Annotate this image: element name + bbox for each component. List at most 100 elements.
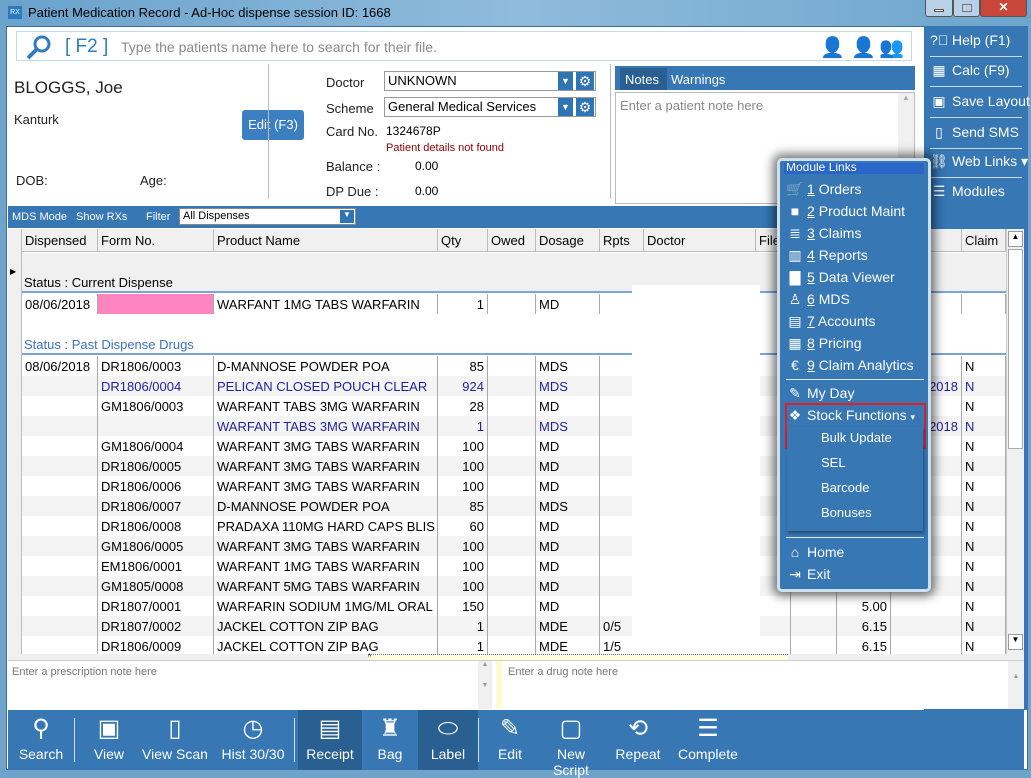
toolbar-button-search[interactable]: ⚲ Search xyxy=(12,710,70,770)
chevron-down-icon[interactable]: ▼ xyxy=(558,72,573,90)
table-row[interactable]: DR1807/0001 WARFARIN SODIUM 1MG/ML ORAL 15… xyxy=(22,596,1012,616)
column-header[interactable]: Product Name xyxy=(214,229,438,252)
column-header[interactable]: Form No. xyxy=(98,229,214,252)
view-scan-icon: ▯ xyxy=(168,715,182,742)
toolbar-button-label[interactable]: ⬭ Label xyxy=(418,710,478,770)
edit-patient-button[interactable]: Edit (F3) xyxy=(242,110,304,140)
menu-item-reports[interactable]: ▥ 4 Reports xyxy=(786,247,926,269)
chevron-down-icon[interactable]: ▼ xyxy=(340,210,354,223)
send-sms-button[interactable]: ▯ Send SMS xyxy=(930,119,1022,149)
link-icon: ⛓ xyxy=(930,153,948,169)
search-input[interactable]: Type the patients name here to search fo… xyxy=(121,39,437,55)
splitter-handle-icon[interactable]: ^ xyxy=(368,654,788,661)
menu-item-home[interactable]: ⌂ Home xyxy=(786,544,926,566)
scroll-up-icon[interactable]: ▲ xyxy=(1008,231,1023,247)
column-header[interactable]: Qty xyxy=(438,229,488,252)
menu-item-stock-functions[interactable]: ❖ Stock Functions ▾ xyxy=(786,407,926,429)
table-cell: 100 xyxy=(438,536,488,556)
menu-item-number: 1 xyxy=(807,181,815,197)
table-cell: MDS xyxy=(536,496,600,516)
menu-item-accounts[interactable]: ▤ 7 Accounts xyxy=(786,313,926,335)
column-header[interactable]: Owed xyxy=(488,229,536,252)
table-row[interactable]: DR1806/0009 JACKEL COTTON ZIP BAG 1 MDE 1/5 6… xyxy=(22,636,1012,654)
scrollbar[interactable]: ▲ xyxy=(1008,661,1024,709)
toolbar-button-label: Label xyxy=(430,746,466,762)
chevron-down-icon[interactable]: ▼ xyxy=(558,98,573,116)
column-header[interactable]: Dosage xyxy=(536,229,600,252)
menu-item-exit[interactable]: ⇥ Exit xyxy=(786,566,926,588)
column-header[interactable]: Claim xyxy=(962,229,1006,252)
web-links-button[interactable]: ⛓ Web Links ▾ xyxy=(930,148,1028,178)
scrollbar-thumb[interactable] xyxy=(1008,249,1023,449)
table-cell: 5.00 xyxy=(837,596,891,616)
toolbar-button-complete[interactable]: ☰ Complete xyxy=(670,710,746,770)
toolbar-button-repeat[interactable]: ⟲ Repeat xyxy=(608,710,668,770)
toolbar-button-receipt[interactable]: ▤ Receipt xyxy=(298,710,362,770)
menu-item-orders[interactable]: 🛒 1 Orders xyxy=(786,181,926,203)
submenu-sel[interactable]: SEL xyxy=(821,455,846,470)
table-cell: 100 xyxy=(438,576,488,596)
edit-note-icon: ✎ xyxy=(789,385,801,401)
table-cell: DR1806/0006 xyxy=(98,476,214,496)
minimize-button[interactable] xyxy=(925,0,953,17)
gear-icon[interactable]: ⚙ xyxy=(576,72,594,90)
vertical-scrollbar[interactable]: ▲ ▼ xyxy=(1006,229,1024,654)
table-cell xyxy=(22,376,98,396)
calc-button[interactable]: ▦ Calc (F9) xyxy=(930,57,1022,87)
table-cell: MDE xyxy=(536,636,600,654)
menu-item-claims[interactable]: ≣ 3 Claims xyxy=(786,225,926,247)
menu-item-data-viewer[interactable]: ▇ 5 Data Viewer xyxy=(786,269,926,291)
add-patient-icon[interactable]: 👤 xyxy=(851,35,876,60)
table-cell: 1 xyxy=(438,416,488,436)
window-title: Patient Medication Record - Ad-Hoc dispe… xyxy=(28,5,391,20)
table-cell xyxy=(488,616,536,636)
toolbar-button-bag[interactable]: ♜ Bag xyxy=(366,710,414,770)
toolbar-button-view-scan[interactable]: ▯ View Scan xyxy=(140,710,210,770)
drug-note-input[interactable]: Enter a drug note here ▲ xyxy=(502,661,1024,709)
table-cell: MD xyxy=(536,396,600,416)
search-icon: ⚲ xyxy=(32,715,50,742)
prescription-note-input[interactable]: Enter a prescription note here ▲ ▼ xyxy=(8,661,496,709)
toolbar-button-edit[interactable]: ✎ Edit xyxy=(480,710,540,770)
submenu-bulk-update[interactable]: Bulk Update xyxy=(821,430,892,445)
show-rxs-button[interactable]: Show RXs xyxy=(76,211,127,223)
gear-icon[interactable]: ⚙ xyxy=(576,98,594,116)
scroll-down-icon[interactable]: ▼ xyxy=(1008,634,1023,650)
divider xyxy=(294,718,295,762)
patients-group-icon[interactable]: 👥 xyxy=(879,35,904,60)
column-header[interactable]: Doctor xyxy=(644,229,756,252)
toolbar-button-view[interactable]: ▣ View xyxy=(84,710,134,770)
filter-select[interactable]: All Dispenses ▼ xyxy=(179,208,356,225)
menu-item-product-maint[interactable]: ■ 2 Product Maint xyxy=(786,203,926,225)
submenu-barcode[interactable]: Barcode xyxy=(821,480,869,495)
column-header[interactable]: Dispensed xyxy=(22,229,98,252)
menu-item-label: Reports xyxy=(818,247,868,263)
table-cell: N xyxy=(962,556,1006,576)
find-patient-icon[interactable]: 👤 xyxy=(820,35,845,60)
submenu-bonuses[interactable]: Bonuses xyxy=(821,505,872,520)
table-cell: WARFANT 1MG TABS WARFARIN xyxy=(214,556,438,576)
table-row[interactable]: DR1807/0002 JACKEL COTTON ZIP BAG 1 MDE 0/5 6… xyxy=(22,616,1012,636)
menu-item-pricing[interactable]: ▦ 8 Pricing xyxy=(786,335,926,357)
patient-search-bar[interactable]: [ F2 ] Type the patients name here to se… xyxy=(16,31,912,61)
table-cell xyxy=(891,596,962,616)
toolbar-button-hist-30-30[interactable]: ◷ Hist 30/30 xyxy=(213,710,293,770)
menu-item-mds[interactable]: ♙ 6 MDS xyxy=(786,291,926,313)
toolbar-button-new-script[interactable]: ▢ New Script xyxy=(538,710,604,778)
table-cell: 6.15 xyxy=(837,616,891,636)
column-header[interactable]: Rpts xyxy=(600,229,644,252)
mds-mode-button[interactable]: MDS Mode xyxy=(12,211,67,223)
save-layout-button[interactable]: ▣ Save Layout xyxy=(930,88,1030,118)
scrollbar[interactable]: ▲ ▼ xyxy=(478,661,492,709)
help-button[interactable]: ?⃝ Help (F1) xyxy=(930,27,1022,57)
modules-button[interactable]: ☰ Modules xyxy=(930,178,1022,208)
maximize-button[interactable] xyxy=(953,0,980,17)
table-cell xyxy=(22,616,98,636)
table-cell: EM1806/0001 xyxy=(98,556,214,576)
close-button[interactable]: ✕ xyxy=(980,0,1027,17)
menu-item-claim-analytics[interactable]: €9 Claim Analytics xyxy=(786,357,926,379)
patient-name: BLOGGS, Joe xyxy=(14,78,123,97)
tab-warnings[interactable]: Warnings xyxy=(671,72,725,87)
splitter[interactable]: ^ xyxy=(8,654,1024,661)
tab-notes[interactable]: Notes xyxy=(620,68,667,90)
